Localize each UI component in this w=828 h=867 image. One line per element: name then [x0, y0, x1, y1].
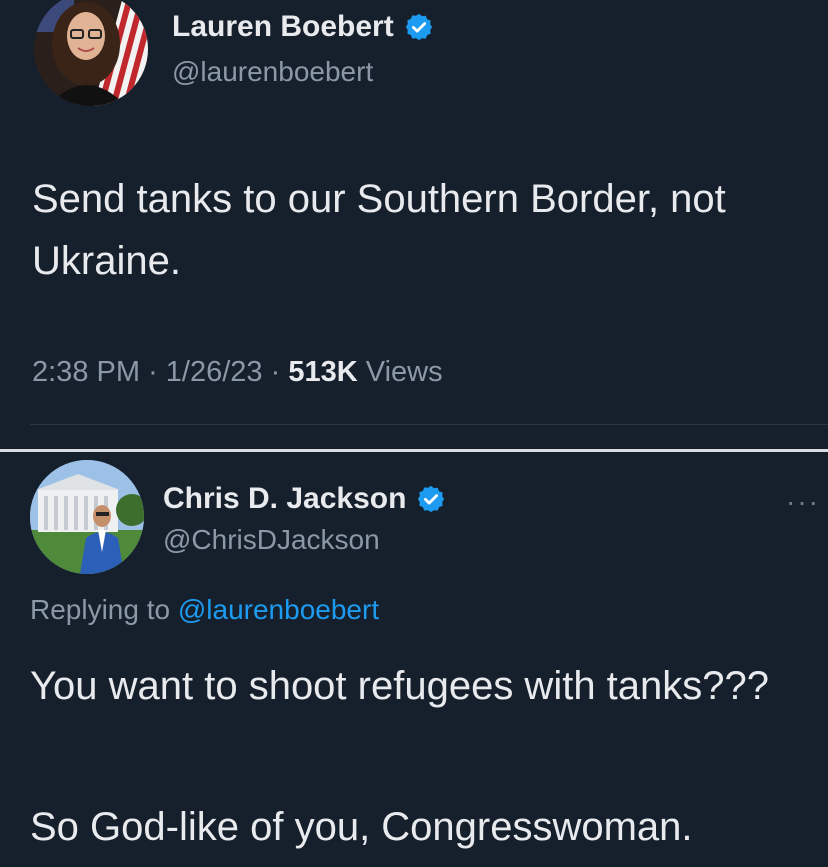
author-avatar[interactable] [34, 0, 148, 106]
views-label: Views [365, 356, 443, 388]
author-handle[interactable]: @laurenboebert [172, 56, 373, 88]
reply-author-avatar[interactable] [30, 460, 144, 574]
replying-handle-link[interactable]: @laurenboebert [178, 594, 379, 625]
tweet-meta: 2:38 PM · 1/26/23 · 513K Views [32, 356, 443, 389]
replying-to: Replying to @laurenboebert [30, 594, 379, 626]
reply-text-1: You want to shoot refugees with tanks??? [30, 664, 770, 708]
tweet-text: Send tanks to our Southern Border, not U… [32, 177, 726, 283]
verified-badge-icon [418, 485, 445, 513]
more-options-icon[interactable]: ··· [786, 486, 820, 518]
author-name-row[interactable]: Lauren Boebert [172, 10, 434, 44]
original-tweet: Lauren Boebert @laurenboebert Send tanks… [0, 0, 828, 450]
author-name[interactable]: Lauren Boebert [172, 10, 394, 44]
divider [30, 424, 828, 425]
verified-badge-icon [405, 13, 432, 41]
tweet-time[interactable]: 2:38 PM [32, 356, 140, 388]
reply-text-2: So God-like of you, Congresswoman. [30, 805, 693, 849]
reply-author-handle[interactable]: @ChrisDJackson [163, 524, 380, 556]
views-count: 513K [288, 356, 358, 388]
reply-author-name[interactable]: Chris D. Jackson [163, 482, 406, 516]
replying-prefix: Replying to [30, 594, 171, 625]
tweet-date[interactable]: 1/26/23 [166, 356, 263, 388]
reply-author-name-row[interactable]: Chris D. Jackson [163, 482, 446, 516]
meta-separator: · [270, 356, 281, 388]
meta-separator: · [148, 356, 158, 388]
